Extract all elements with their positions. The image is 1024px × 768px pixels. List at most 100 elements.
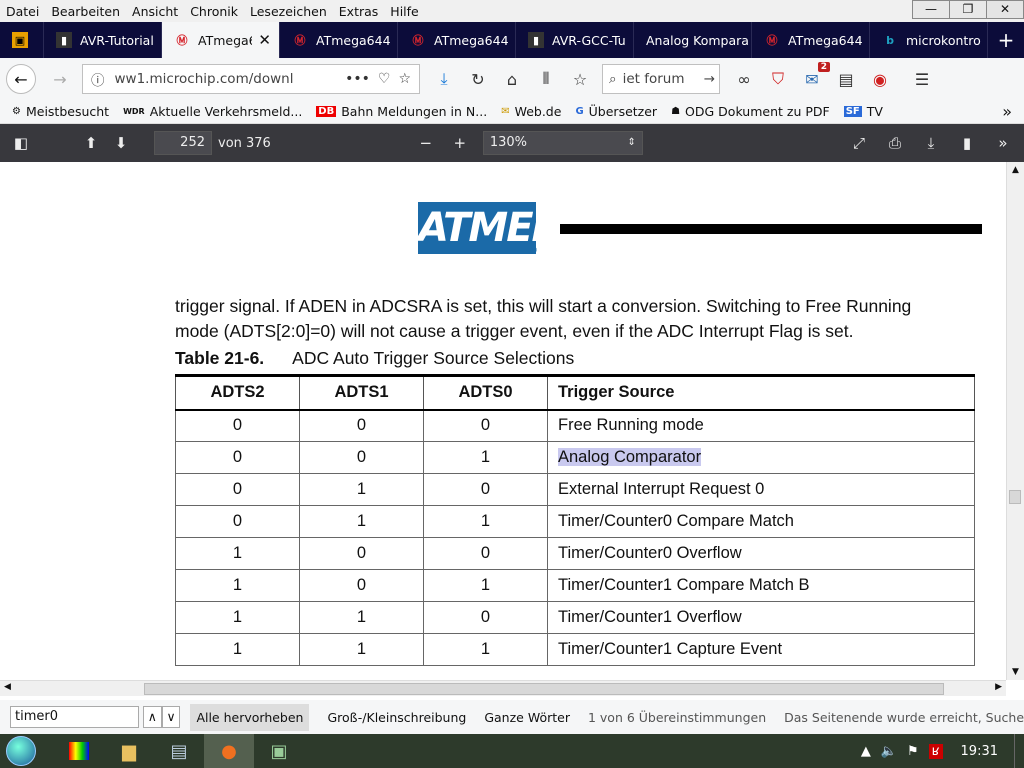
scroll-left-icon[interactable]: ◀ (4, 682, 11, 692)
download-icon[interactable]: ⤓ (434, 69, 454, 89)
shield-icon[interactable]: ⛉ (768, 69, 788, 89)
bookmarks-sidebar-icon[interactable]: ☆ (570, 70, 590, 89)
page-number-input[interactable]: 252 (154, 131, 212, 155)
new-tab-button[interactable]: + (988, 22, 1024, 58)
url-text[interactable]: ww1.microchip.com/downl (115, 71, 346, 87)
previous-page-icon[interactable]: ⬆ (76, 134, 106, 152)
find-previous-button[interactable]: ∧ (142, 706, 162, 728)
hamburger-menu-icon[interactable]: ☰ (912, 70, 932, 89)
tab-pinned[interactable]: ▣ (0, 22, 44, 58)
scroll-thumb-horizontal[interactable] (144, 683, 944, 695)
bookmark-verkehrsmeldungen[interactable]: WDR Aktuelle Verkehrsmeld... (123, 104, 302, 119)
mail-icon[interactable]: ✉ 2 (802, 61, 830, 89)
bookmark-star-icon[interactable]: ☆ (398, 71, 411, 87)
taskbar-paint[interactable] (54, 734, 104, 768)
find-input[interactable]: timer0 (10, 706, 139, 728)
col-adts0: ADTS0 (423, 374, 548, 411)
menu-datei[interactable]: Datei (6, 4, 39, 19)
menu-chronik[interactable]: Chronik (190, 4, 238, 19)
paragraph-line: mode (ADTS[2:0]=0) will not cause a trig… (175, 321, 854, 341)
bookmark-odg-pdf[interactable]: ☗ ODG Dokument zu PDF (671, 104, 830, 119)
close-window-button[interactable]: ✕ (986, 0, 1024, 19)
tab-label: AVR-Tutorial (80, 32, 154, 48)
sidebar-toggle-icon[interactable]: ◧ (6, 134, 36, 152)
bookmark-icon[interactable]: ▮ (952, 134, 982, 152)
mask-icon[interactable]: ∞ (734, 70, 754, 89)
show-desktop-button[interactable] (1014, 734, 1024, 768)
scroll-up-icon[interactable]: ▲ (1007, 162, 1024, 178)
zoom-in-icon[interactable]: + (445, 134, 475, 152)
tab-avr-tutorial[interactable]: ▮ AVR-Tutorial (44, 22, 162, 58)
extension-icon[interactable]: ◉ (870, 70, 890, 89)
search-text[interactable]: iet forum (623, 71, 685, 87)
clock[interactable]: 19:31 (961, 744, 998, 759)
print-icon[interactable]: ⎙ (880, 134, 910, 152)
minimize-button[interactable]: — (912, 0, 950, 19)
taskbar-firefox[interactable]: ● (204, 734, 254, 768)
search-box[interactable]: ⌕ iet forum → (602, 64, 720, 94)
match-case-toggle[interactable]: Groß-/Kleinschreibung (327, 710, 466, 725)
close-tab-icon[interactable]: ✕ (258, 31, 271, 49)
pdf-viewer[interactable]: ATMEL ® trigger signal. If ADEN in ADCSR… (0, 162, 1006, 680)
fullscreen-icon[interactable]: ⤢ (844, 134, 874, 152)
taskbar-explorer[interactable]: ▆ (104, 734, 154, 768)
menu-hilfe[interactable]: Hilfe (390, 4, 418, 19)
tab-atmega644-4[interactable]: Ⓜ ATmega644 (752, 22, 870, 58)
horizontal-scrollbar[interactable]: ◀ ▶ (0, 680, 1006, 696)
bookmark-bahn[interactable]: DB Bahn Meldungen in N... (316, 104, 487, 119)
bookmark-webde[interactable]: ✉ Web.de (501, 104, 561, 119)
back-button[interactable]: ← (6, 64, 36, 94)
menu-ansicht[interactable]: Ansicht (132, 4, 178, 19)
tab-avr-gcc[interactable]: ▮ AVR-GCC-Tu (516, 22, 634, 58)
next-page-icon[interactable]: ⬇ (106, 134, 136, 152)
flag-icon[interactable]: ⚑ (907, 744, 919, 759)
antivirus-icon[interactable]: ʁ (928, 743, 943, 759)
find-next-button[interactable]: ∨ (161, 706, 181, 728)
table-cell: 1 (175, 633, 300, 666)
start-button[interactable] (0, 734, 42, 768)
highlight-all-toggle[interactable]: Alle hervorheben (190, 703, 310, 731)
go-arrow-icon[interactable]: → (704, 71, 715, 87)
menu-extras[interactable]: Extras (339, 4, 379, 19)
taskbar-app[interactable]: ▤ (154, 734, 204, 768)
bookmark-uebersetzer[interactable]: G Übersetzer (575, 104, 657, 119)
url-bar[interactable]: ⓘ ww1.microchip.com/downl ••• ♡ ☆ (82, 64, 420, 94)
reader-icon[interactable]: ▤ (836, 70, 856, 89)
maximize-button[interactable]: ❐ (949, 0, 987, 19)
microchip-icon: Ⓜ (294, 34, 306, 47)
menu-bearbeiten[interactable]: Bearbeiten (51, 4, 120, 19)
scroll-thumb[interactable] (1009, 490, 1021, 504)
taskbar-monitor[interactable]: ▣ (254, 734, 304, 768)
whole-words-toggle[interactable]: Ganze Wörter (484, 710, 570, 725)
library-icon[interactable]: ⫴ (536, 69, 556, 89)
pocket-icon[interactable]: ♡ (378, 71, 391, 87)
home-icon[interactable]: ⌂ (502, 70, 522, 89)
page-actions-icon[interactable]: ••• (345, 71, 370, 87)
tab-atmega644-3[interactable]: Ⓜ ATmega644 (398, 22, 516, 58)
tools-chevron-icon[interactable]: » (988, 134, 1018, 152)
save-icon[interactable]: ⤓ (916, 134, 946, 152)
table-cell: 1 (423, 569, 548, 602)
tab-atmega644-2[interactable]: Ⓜ ATmega644 (280, 22, 398, 58)
forward-icon[interactable]: → (50, 70, 70, 89)
table-cell: 0 (175, 505, 300, 538)
tab-atmega644-active[interactable]: Ⓜ ATmega644 ✕ (162, 22, 280, 58)
scroll-down-icon[interactable]: ▼ (1007, 664, 1024, 680)
zoom-out-icon[interactable]: − (411, 134, 441, 152)
tab-analog-komparator[interactable]: Analog Kompara (634, 22, 752, 58)
zoom-select[interactable]: 130% ⇕ (482, 131, 643, 155)
table-cell: 0 (175, 473, 300, 506)
bookmark-tv[interactable]: SF TV (843, 104, 883, 119)
info-icon[interactable]: ⓘ (91, 69, 105, 89)
overflow-chevron-icon[interactable]: » (1002, 102, 1012, 121)
tray-arrow-icon[interactable]: ▲ (861, 744, 871, 759)
menu-lesezeichen[interactable]: Lesezeichen (250, 4, 327, 19)
table-cell: 0 (423, 473, 548, 506)
tab-microkontroller[interactable]: b microkontro (870, 22, 988, 58)
scroll-right-icon[interactable]: ▶ (995, 682, 1002, 692)
reload-icon[interactable]: ↻ (468, 70, 488, 89)
volume-icon[interactable]: 🔈 (881, 744, 897, 759)
bookmark-meistbesucht[interactable]: ⚙ Meistbesucht (12, 104, 109, 119)
odg-icon: ☗ (671, 106, 681, 117)
vertical-scrollbar[interactable]: ▲ ▼ (1006, 162, 1024, 680)
